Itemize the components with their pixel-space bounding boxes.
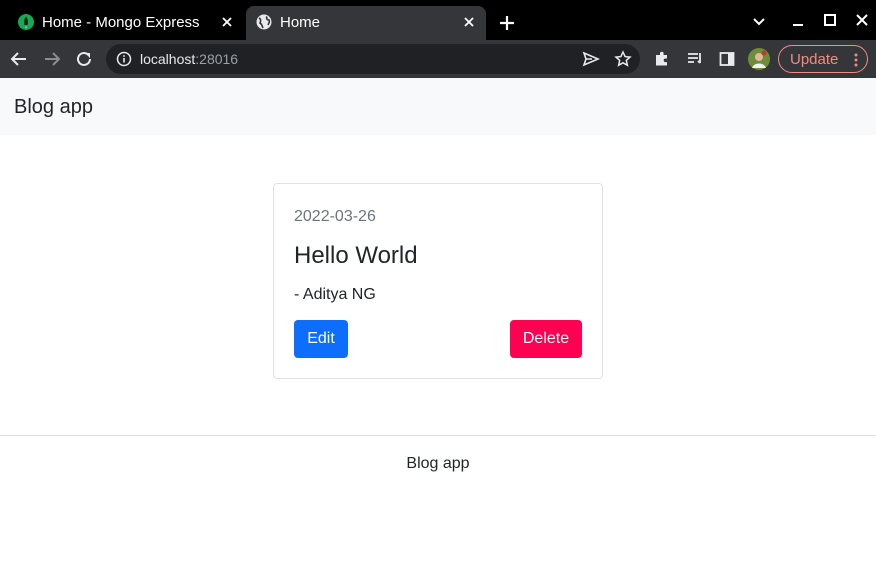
reading-list-icon[interactable] (685, 49, 705, 69)
send-icon[interactable] (582, 50, 600, 68)
address-url: localhost:28016 (140, 51, 238, 67)
address-bar[interactable]: localhost:28016 (106, 44, 640, 74)
bookmark-star-icon[interactable] (614, 50, 632, 68)
tab-home[interactable]: Home (246, 6, 486, 40)
edit-button[interactable]: Edit (294, 320, 348, 358)
reload-icon[interactable] (74, 49, 94, 69)
url-host: localhost (140, 51, 196, 67)
close-icon[interactable] (218, 13, 236, 31)
post-author: - Aditya NG (294, 286, 376, 303)
post-card: 2022-03-26 Hello World - Aditya NG Edit … (273, 183, 603, 379)
post-title: Hello World (294, 242, 418, 269)
minimize-icon[interactable] (787, 10, 809, 32)
post-date: 2022-03-26 (294, 208, 376, 225)
tab-search-chevron-down-icon[interactable] (748, 10, 770, 32)
url-port: :28016 (195, 51, 239, 67)
mongodb-leaf-icon (18, 14, 34, 30)
close-window-icon[interactable] (851, 10, 873, 32)
navbar-brand[interactable]: Blog app (14, 96, 93, 119)
avatar[interactable] (748, 48, 770, 70)
browser-toolbar: localhost:28016 Update (0, 40, 876, 78)
back-arrow-icon[interactable] (9, 49, 29, 69)
forward-arrow-icon[interactable] (42, 49, 62, 69)
browser-tabstrip: Home - Mongo Express Home (0, 0, 876, 40)
navbar: Blog app (0, 78, 876, 135)
update-button[interactable]: Update (778, 45, 868, 73)
side-panel-icon[interactable] (717, 49, 737, 69)
update-label: Update (790, 51, 839, 68)
tab-title: Home (280, 14, 321, 31)
extensions-puzzle-icon[interactable] (652, 49, 672, 69)
tab-title: Home - Mongo Express (42, 14, 200, 31)
globe-icon (256, 14, 272, 30)
maximize-icon[interactable] (819, 10, 841, 32)
footer-text: Blog app (406, 455, 470, 472)
close-icon[interactable] (460, 13, 478, 31)
delete-button[interactable]: Delete (510, 320, 582, 358)
new-tab-plus-icon[interactable] (497, 13, 517, 33)
tab-mongo-express[interactable]: Home - Mongo Express (8, 6, 244, 40)
info-icon[interactable] (116, 51, 132, 67)
footer-divider (0, 435, 876, 436)
more-vertical-icon (854, 53, 858, 67)
